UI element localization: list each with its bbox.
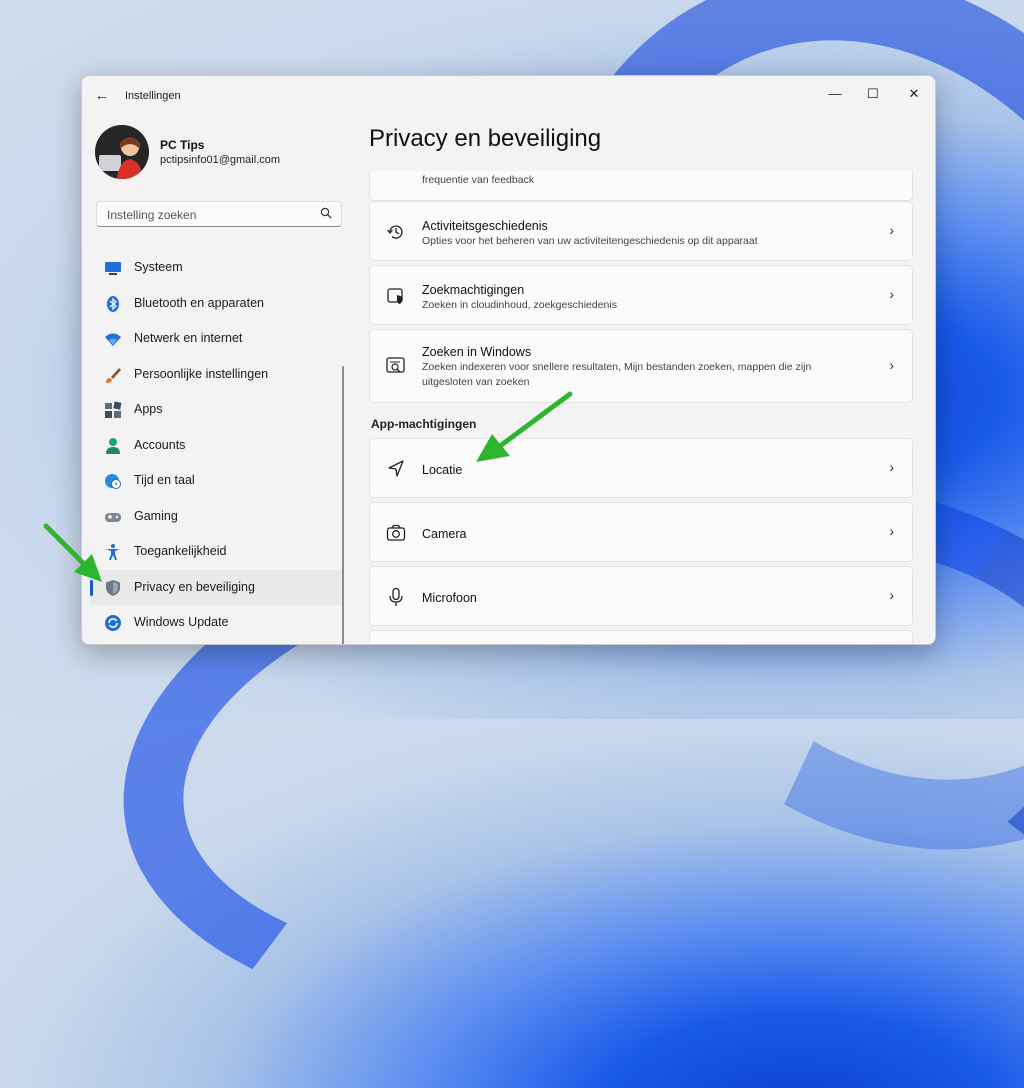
card-title: Zoeken in Windows xyxy=(422,345,532,359)
back-button[interactable]: ← xyxy=(92,86,112,106)
settings-card-zoekmachtigingen[interactable]: Zoekmachtigingen Zoeken in cloudinhoud, … xyxy=(369,265,913,325)
settings-search-box[interactable] xyxy=(96,201,342,227)
app-title: Instellingen xyxy=(125,90,181,102)
sidebar-item-toegankelijkheid[interactable]: Toegankelijkheid xyxy=(90,534,344,570)
card-title: Microfoon xyxy=(422,591,477,605)
sidebar-item-persoonlijk[interactable]: Persoonlijke instellingen xyxy=(90,357,344,393)
bluetooth-icon xyxy=(107,295,119,312)
search-windows-icon xyxy=(386,357,405,373)
avatar[interactable] xyxy=(95,125,149,179)
chevron-right-icon: › xyxy=(889,222,894,238)
card-description: frequentie van feedback xyxy=(422,174,535,186)
sidebar-item-label: Systeem xyxy=(134,260,183,274)
card-description: Zoeken in cloudinhoud, zoekgeschiedenis xyxy=(422,299,617,311)
card-title: Locatie xyxy=(422,463,463,477)
shield-icon xyxy=(106,579,120,596)
sidebar: PC Tips pctipsinfo01@gmail.com Systeem B… xyxy=(82,116,352,644)
settings-card-activiteitsgeschiedenis[interactable]: Activiteitsgeschiedenis Opties voor het … xyxy=(369,201,913,261)
gamepad-icon xyxy=(105,512,121,522)
sidebar-item-gaming[interactable]: Gaming xyxy=(90,499,344,535)
selection-indicator xyxy=(90,579,93,596)
sidebar-item-systeem[interactable]: Systeem xyxy=(90,250,344,286)
page-title: Privacy en beveiliging xyxy=(369,125,602,152)
sidebar-item-bluetooth[interactable]: Bluetooth en apparaten xyxy=(90,286,344,322)
camera-icon xyxy=(386,524,406,541)
card-description: Opties voor het beheren van uw activitei… xyxy=(422,235,758,247)
sidebar-item-privacy[interactable]: Privacy en beveiliging xyxy=(90,569,344,605)
person-icon xyxy=(106,437,120,454)
chevron-right-icon: › xyxy=(889,286,894,302)
title-bar: ← Instellingen — ☐ ✕ xyxy=(82,76,935,116)
search-permissions-icon xyxy=(387,288,403,304)
monitor-icon xyxy=(105,262,121,275)
sidebar-item-label: Privacy en beveiliging xyxy=(134,579,255,594)
maximize-button[interactable]: ☐ xyxy=(858,82,888,106)
update-icon xyxy=(105,615,121,631)
sidebar-item-tijd[interactable]: Tijd en taal xyxy=(90,463,344,499)
sidebar-item-label: Gaming xyxy=(134,508,178,523)
sidebar-item-label: Windows Update xyxy=(134,615,229,629)
chevron-right-icon: › xyxy=(889,587,894,603)
sidebar-item-label: Tijd en taal xyxy=(134,473,195,487)
main-content: Privacy en beveiliging frequentie van fe… xyxy=(369,116,935,644)
sidebar-item-label: Bluetooth en apparaten xyxy=(134,295,264,310)
settings-window: ← Instellingen — ☐ ✕ PC Tips pctipsinfo0… xyxy=(81,75,936,645)
settings-card-partial[interactable]: frequentie van feedback xyxy=(369,171,913,201)
minimize-button[interactable]: — xyxy=(820,82,850,106)
sidebar-nav: Systeem Bluetooth en apparaten Netwerk e… xyxy=(90,250,344,641)
accessibility-icon xyxy=(106,544,120,560)
section-header-app-machtigingen: App-machtigingen xyxy=(371,417,477,431)
sidebar-item-apps[interactable]: Apps xyxy=(90,392,344,428)
search-input[interactable] xyxy=(105,205,314,225)
settings-card-zoeken-in-windows[interactable]: Zoeken in Windows Zoeken indexeren voor … xyxy=(369,329,913,403)
microphone-icon xyxy=(389,587,403,606)
sidebar-item-netwerk[interactable]: Netwerk en internet xyxy=(90,321,344,357)
sidebar-item-label: Toegankelijkheid xyxy=(134,544,227,558)
close-button[interactable]: ✕ xyxy=(899,82,929,106)
chevron-right-icon: › xyxy=(889,357,894,373)
globe-clock-icon xyxy=(105,474,121,489)
sidebar-item-label: Apps xyxy=(134,402,163,416)
brush-icon xyxy=(106,367,121,383)
location-icon xyxy=(388,460,404,477)
wifi-icon xyxy=(105,333,121,346)
search-icon[interactable] xyxy=(320,207,332,219)
sidebar-item-label: Netwerk en internet xyxy=(134,331,243,345)
settings-card-partial-bottom[interactable] xyxy=(369,630,913,644)
settings-card-microfoon[interactable]: Microfoon › xyxy=(369,566,913,626)
settings-card-camera[interactable]: Camera › xyxy=(369,502,913,562)
sidebar-item-accounts[interactable]: Accounts xyxy=(90,428,344,464)
card-title: Camera xyxy=(422,527,467,541)
chevron-right-icon: › xyxy=(889,459,894,475)
settings-card-locatie[interactable]: Locatie › xyxy=(369,438,913,498)
card-description: Zoeken indexeren voor snellere resultate… xyxy=(422,361,812,388)
card-title: Zoekmachtigingen xyxy=(422,283,525,297)
sidebar-item-label: Accounts xyxy=(134,437,186,452)
sidebar-item-label: Persoonlijke instellingen xyxy=(134,366,269,381)
sidebar-item-windows-update[interactable]: Windows Update xyxy=(90,605,344,641)
user-name: PC Tips xyxy=(160,138,205,152)
history-icon xyxy=(387,225,403,239)
card-title: Activiteitsgeschiedenis xyxy=(422,219,548,233)
apps-icon xyxy=(105,401,122,418)
sidebar-scrollbar[interactable] xyxy=(342,366,344,644)
chevron-right-icon: › xyxy=(889,523,894,539)
user-email: pctipsinfo01@gmail.com xyxy=(160,154,280,166)
